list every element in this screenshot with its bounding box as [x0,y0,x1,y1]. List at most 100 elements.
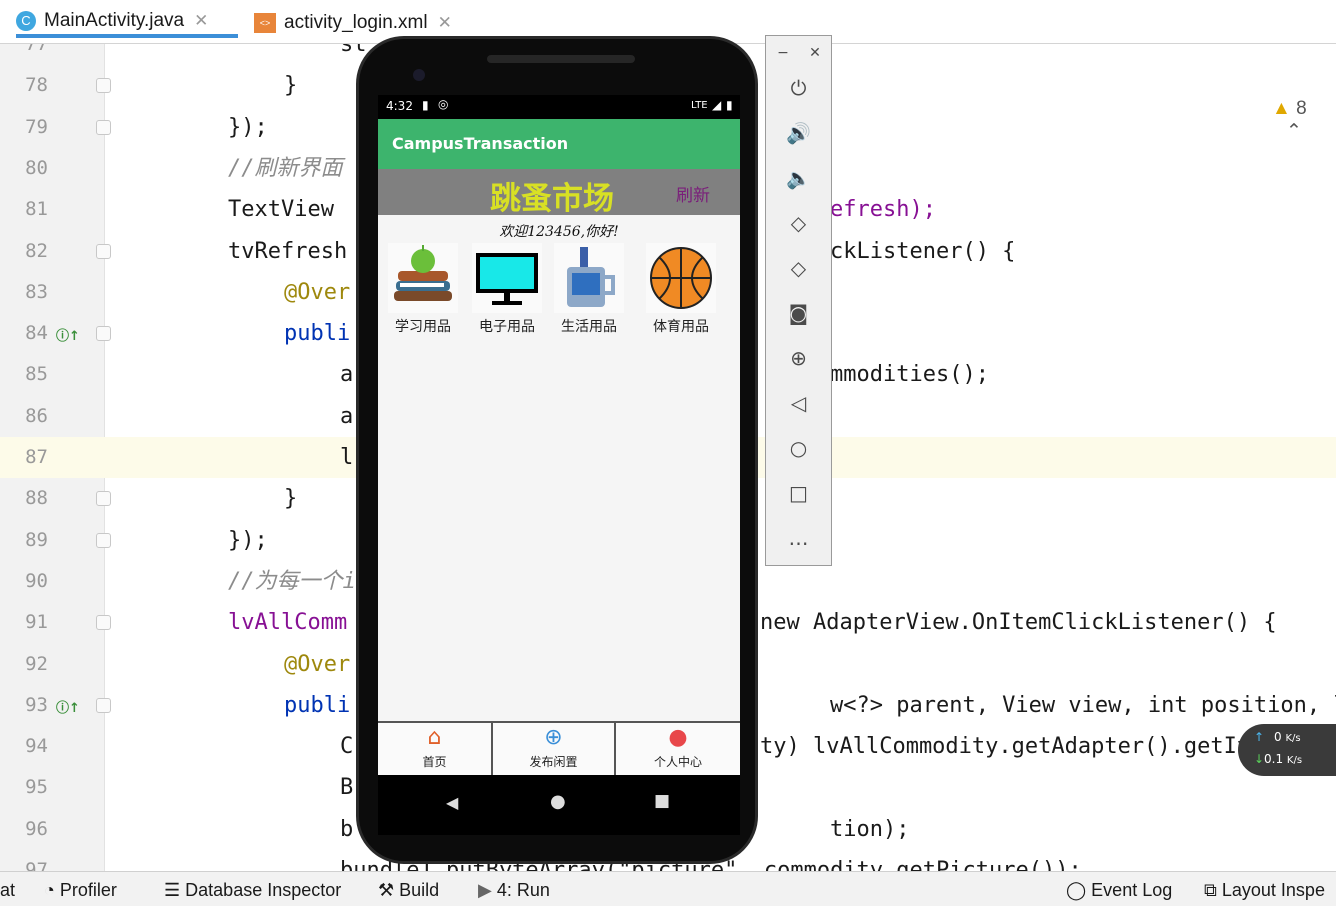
code-text: TextView [228,197,334,223]
run-label: 4: Run [496,880,550,900]
nav-publish[interactable]: ⊕ 发布闲置 [493,723,616,777]
category-daily[interactable]: 生活用品 [547,243,631,336]
code-text-tail: efresh); [830,197,936,223]
database-inspector-label: Database Inspector [185,880,342,900]
fold-marker-icon[interactable] [96,532,111,548]
upload-speed: 0 K/s [1274,730,1301,744]
nav-home[interactable]: ⌂ 首页 [378,723,493,777]
override-marker-icon[interactable]: ⓘ↑ [56,697,80,716]
zoom-icon[interactable]: ⊕ [766,343,831,373]
java-class-icon: C [16,11,36,31]
rotate-right-icon[interactable]: ◇ [766,253,831,283]
fold-marker-icon[interactable] [96,697,111,713]
event-log-tab[interactable]: ◯ Event Log [1066,880,1172,901]
home-icon: ⌂ [427,725,442,750]
tool-window-bar: at ◔ Profiler ☰ Database Inspector ⚒ Bui… [0,871,1336,906]
database-inspector-tab[interactable]: ☰ Database Inspector [164,880,341,901]
power-icon[interactable]: ⏻ [766,73,831,103]
warning-icon: ▲ [1272,98,1291,119]
build-tab[interactable]: ⚒ Build [378,880,439,901]
code-text-tail: mmodities(); [830,362,989,388]
build-label: Build [399,880,440,900]
mug-toothbrush-icon [554,243,624,313]
rotate-left-icon[interactable]: ◇ [766,208,831,238]
line-number: 79 [25,115,48,138]
nav-label: 个人中心 [653,755,702,769]
close-icon[interactable]: ✕ [798,38,832,68]
android-status-bar: 4:32 ▮ ◎ LTE ◢ ▮ [378,95,740,119]
layout-inspector-label: Layout Inspe [1221,880,1325,900]
tab-activity-login[interactable]: <> activity_login.xml ✕ [254,8,474,38]
status-time: 4:32 [386,99,413,113]
run-tab[interactable]: ▶ 4: Run [478,880,550,901]
market-header: 跳蚤市场 刷新 [378,169,740,217]
line-number: 94 [25,735,48,758]
profiler-tab[interactable]: ◔ Profiler [44,880,117,901]
app-action-bar: CampusTransaction [378,119,740,169]
recents-button-icon[interactable]: ■ [654,791,670,811]
layout-inspector-tab[interactable]: ⧉ Layout Inspe [1204,880,1325,901]
line-number: 81 [25,198,48,221]
close-tab-icon[interactable]: ✕ [438,13,452,33]
line-number: 83 [25,280,48,303]
tab-main-activity[interactable]: C MainActivity.java ✕ [16,8,238,38]
minimize-icon[interactable]: − [766,38,800,68]
nav-label: 首页 [422,755,447,769]
fold-marker-icon[interactable] [96,615,111,631]
volume-down-icon[interactable]: 🔈 [766,163,831,193]
code-text: l [340,445,354,470]
line-number: 80 [25,156,48,179]
volume-up-icon[interactable]: 🔊 [766,118,831,148]
xml-file-icon: <> [254,13,276,33]
category-electronics[interactable]: 电子用品 [465,243,549,336]
back-icon[interactable]: ◁ [766,388,831,418]
refresh-button[interactable]: 刷新 [676,181,710,206]
category-sports[interactable]: 体育用品 [639,243,723,336]
sim-icon: ▮ [422,98,429,112]
device-screen[interactable]: 4:32 ▮ ◎ LTE ◢ ▮ CampusTransaction 跳蚤市场 … [378,95,740,835]
more-icon[interactable]: … [766,523,831,553]
warnings-indicator[interactable]: ▲ 8 ⌃ [1272,98,1336,143]
fold-marker-icon[interactable] [96,243,111,259]
emulator-toolbar: − ✕ ⏻ 🔊 🔈 ◇ ◇ ◙ ⊕ ◁ ○ □ … [765,35,832,566]
code-text: tvRefresh [228,238,348,264]
line-number: 78 [25,74,48,97]
fold-marker-icon[interactable] [96,119,111,135]
camera-icon[interactable]: ◙ [766,298,831,328]
line-number: 96 [25,817,48,840]
code-text: } [284,486,298,512]
code-text: publi [284,692,351,718]
phone-camera [413,69,425,81]
tab-label: activity_login.xml [284,12,428,33]
line-number: 86 [25,404,48,427]
phone-speaker [487,55,635,63]
basketball-icon [646,243,716,313]
home-icon[interactable]: ○ [766,433,831,463]
category-study[interactable]: 学习用品 [381,243,465,336]
code-text: b [340,816,354,842]
signal-icon: ◢ [712,98,722,112]
upload-arrow-icon: ↑ [1254,730,1265,744]
code-text: } [284,73,298,99]
code-text: C [340,734,354,760]
chevron-up-icon[interactable]: ⌃ [1286,121,1302,142]
code-text: a [340,403,354,429]
tab-label: MainActivity.java [44,10,185,31]
network-speed-widget: ↑ 0 K/s ↓ 0.1 K/s [1238,724,1336,776]
override-marker-icon[interactable]: ⓘ↑ [56,325,80,344]
fold-marker-icon[interactable] [96,78,111,94]
fold-marker-icon[interactable] [96,491,111,507]
nav-profile[interactable]: ● 个人中心 [616,723,740,777]
close-tab-icon[interactable]: ✕ [194,11,208,31]
overview-icon[interactable]: □ [766,478,831,508]
line-number: 82 [25,239,48,262]
market-title: 跳蚤市场 [490,181,614,217]
download-speed: 0.1 K/s [1264,752,1303,766]
home-button-icon[interactable]: ● [550,791,566,812]
category-label: 电子用品 [479,319,535,335]
fold-marker-icon[interactable] [96,326,111,342]
back-button-icon[interactable]: ◀ [446,793,458,812]
terminal-tab[interactable]: at [0,880,15,901]
line-number: 89 [25,528,48,551]
code-text: lvAllComm [228,610,348,636]
